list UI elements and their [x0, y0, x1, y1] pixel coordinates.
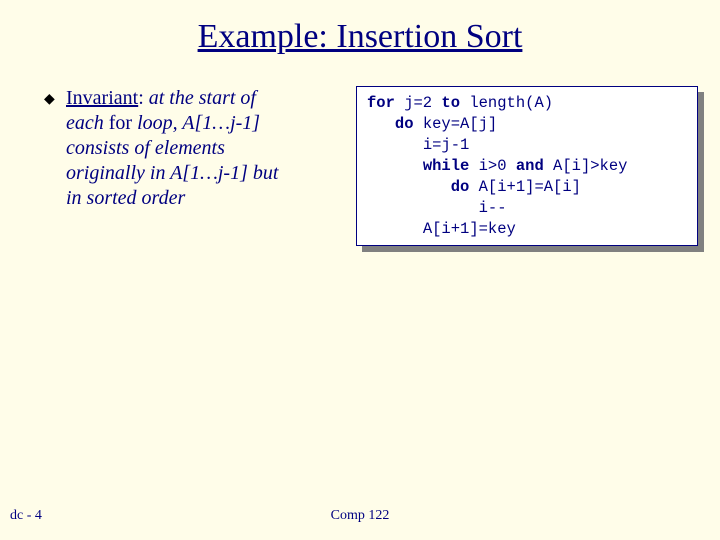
bullet-icon: ◆ [44, 86, 66, 109]
content-area: ◆ Invariant: at the start ofeach for loo… [0, 86, 720, 246]
slide-title: Example: Insertion Sort [0, 0, 720, 86]
invariant-label: Invariant [66, 87, 138, 109]
bullet-text: Invariant: at the start ofeach for loop,… [66, 86, 344, 211]
code-box: for j=2 to length(A) do key=A[j] i=j-1 w… [356, 86, 698, 246]
code-panel: for j=2 to length(A) do key=A[j] i=j-1 w… [356, 86, 698, 246]
bullet-list: ◆ Invariant: at the start ofeach for loo… [44, 86, 344, 246]
footer-course: Comp 122 [0, 508, 720, 524]
bullet-item: ◆ Invariant: at the start ofeach for loo… [44, 86, 344, 211]
